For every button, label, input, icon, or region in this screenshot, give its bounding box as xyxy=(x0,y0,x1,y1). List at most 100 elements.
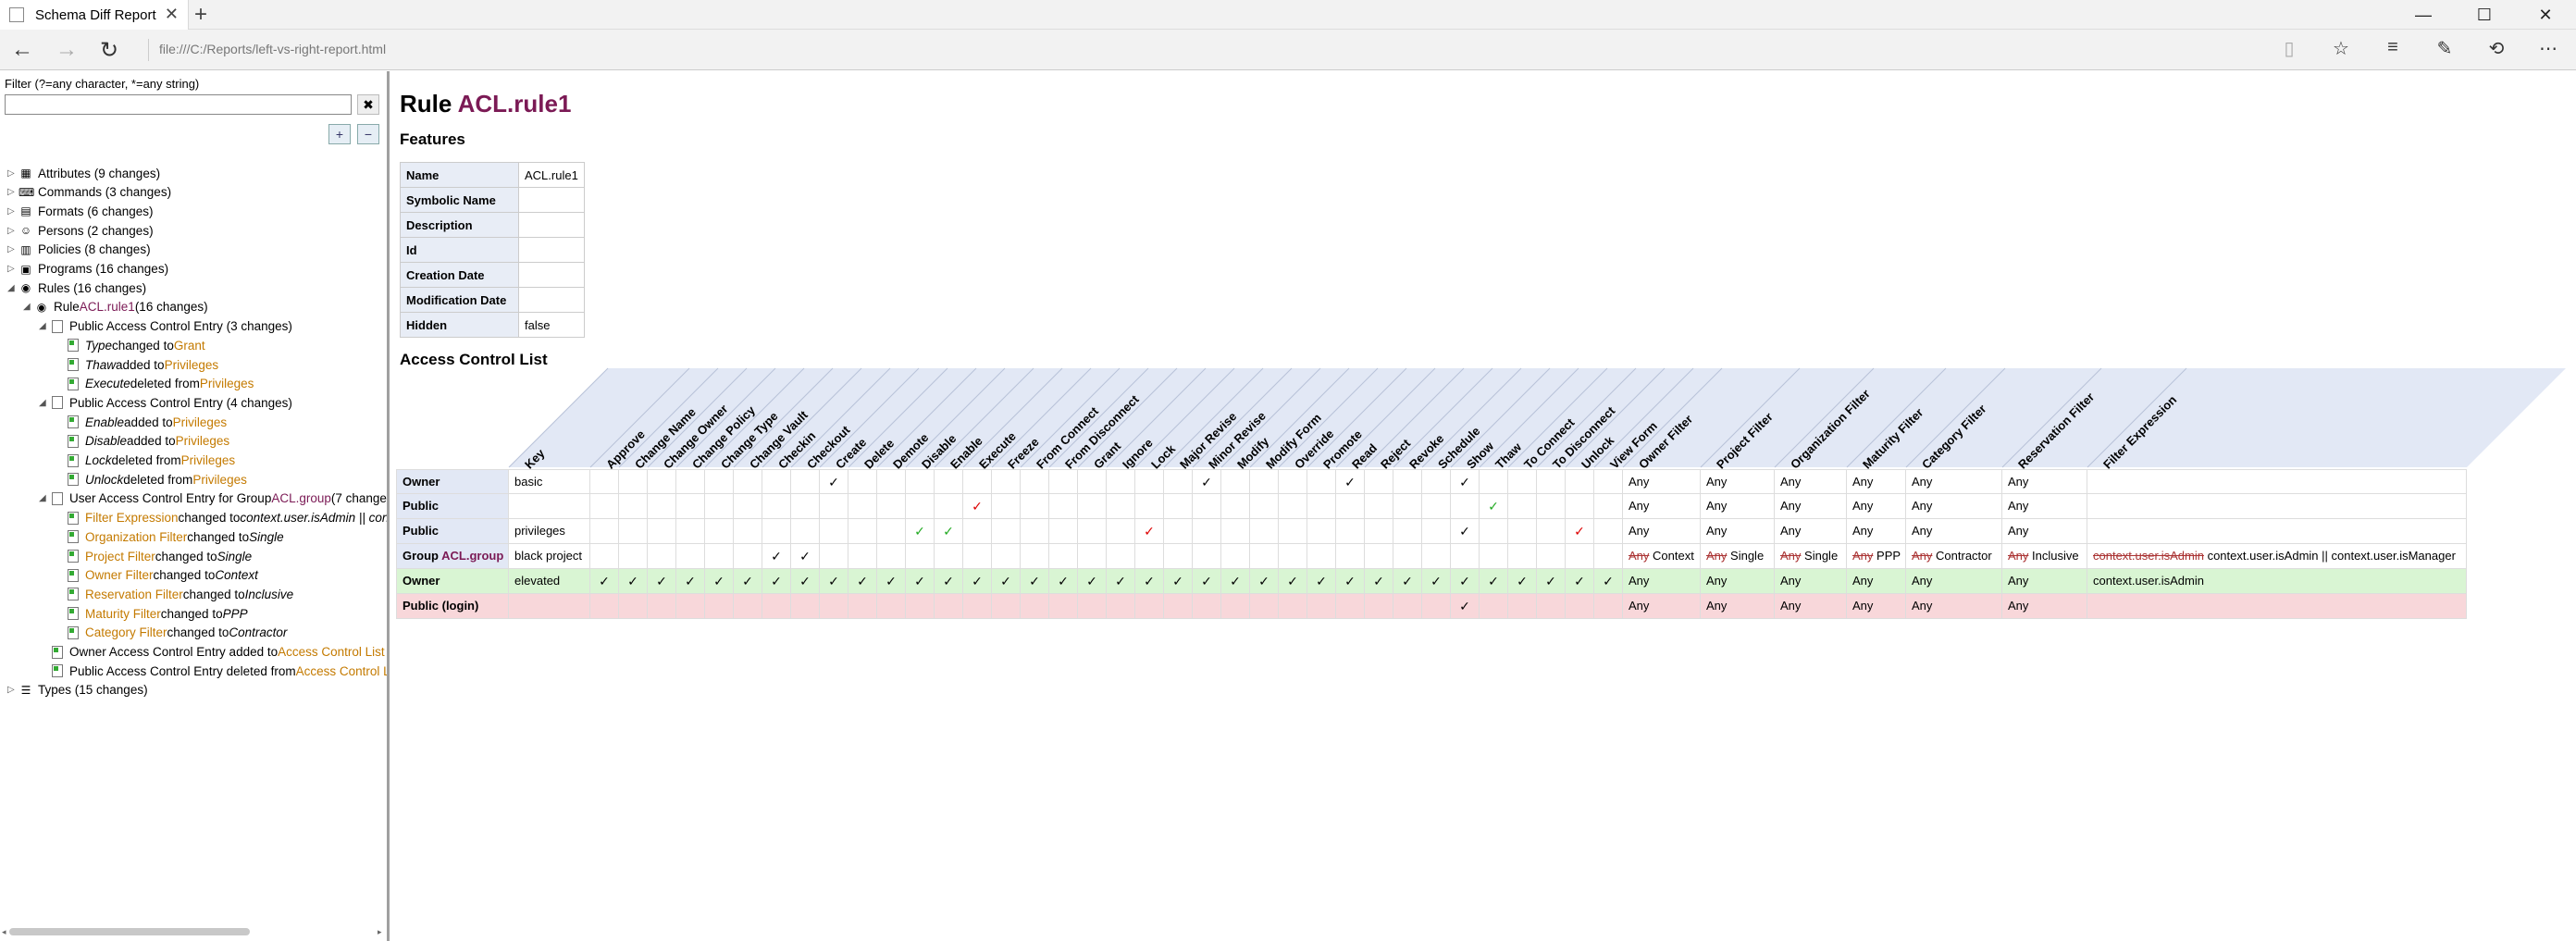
new-value: Contractor xyxy=(1936,549,1992,563)
tree-change-item[interactable]: Execute deleted from Privileges xyxy=(55,375,254,393)
acl-check-cell xyxy=(1078,469,1107,494)
reading-view-icon[interactable]: ▯ xyxy=(2271,37,2308,60)
favorite-star-icon[interactable]: ☆ xyxy=(2322,37,2359,60)
acl-filter-cell: Any xyxy=(1775,594,1847,619)
web-note-icon[interactable]: ✎ xyxy=(2426,37,2463,60)
url-field[interactable]: file:///C:/Reports/left-vs-right-report.… xyxy=(159,42,386,56)
filter-value: Any xyxy=(1706,574,1728,588)
expand-all-button[interactable]: + xyxy=(328,124,351,144)
scroll-right-icon[interactable]: ▸ xyxy=(378,927,382,937)
change-attribute: Organization Filter xyxy=(85,529,188,544)
tree-node-persons[interactable]: ▷ ☺ Persons (2 changes) xyxy=(7,221,154,240)
tree-node-policies[interactable]: ▷ ▥ Policies (8 changes) xyxy=(7,241,151,259)
acl-check-cell xyxy=(1135,594,1164,619)
tree-node-entry1[interactable]: ◢ Public Access Control Entry (3 changes) xyxy=(39,317,292,336)
tree-node-types[interactable]: ▷ ☰ Types (15 changes) xyxy=(7,681,148,700)
tree-change-item[interactable]: Maturity Filter changed to PPP xyxy=(55,604,248,623)
tree-change-item[interactable]: Type changed to Grant xyxy=(55,336,205,354)
acl-check-cell xyxy=(992,519,1021,544)
acl-check-cell xyxy=(1279,544,1307,569)
tree-change-item[interactable]: Unlock deleted from Privileges xyxy=(55,470,247,489)
acl-check-cell: ✓ xyxy=(877,569,906,594)
entry-label: Owner Access Control Entry added to xyxy=(69,645,279,659)
filter-value: Any xyxy=(1629,475,1650,489)
tab-title: Schema Diff Report xyxy=(35,6,156,23)
close-button[interactable]: ✕ xyxy=(2515,0,2576,30)
change-icon xyxy=(68,550,79,563)
acl-check-cell xyxy=(1049,594,1078,619)
change-attribute: Type xyxy=(85,338,113,353)
acl-check-cell xyxy=(992,544,1021,569)
acl-check-cell xyxy=(1480,519,1508,544)
tree-node-rules[interactable]: ◢ ◉ Rules (16 changes) xyxy=(7,279,146,297)
acl-check-cell xyxy=(963,544,992,569)
refresh-button[interactable]: ↻ xyxy=(100,37,118,64)
acl-row-key xyxy=(509,594,590,619)
change-attribute: Disable xyxy=(85,434,128,449)
tree-node-entry4[interactable]: Owner Access Control Entry added to Acce… xyxy=(39,643,385,662)
horizontal-scrollbar[interactable] xyxy=(9,928,250,935)
entry-target: Access Control Li xyxy=(295,663,390,678)
acl-check-cell xyxy=(1508,469,1537,494)
acl-filter-cell: Any Inclusive xyxy=(2002,544,2087,569)
tree-change-item[interactable]: Organization Filter changed to Single xyxy=(55,527,284,546)
acl-filter-cell: Any xyxy=(1701,569,1775,594)
acl-filter-cell: Any xyxy=(2002,519,2087,544)
acl-row-principal: Group ACL.group xyxy=(396,544,509,569)
acl-filter-cell xyxy=(2087,519,2467,544)
acl-check-cell: ✓ xyxy=(1393,569,1422,594)
hub-icon[interactable]: ≡ xyxy=(2374,37,2411,60)
filter-input[interactable] xyxy=(5,94,352,115)
tree-change-item[interactable]: Owner Filter changed to Context xyxy=(55,566,258,585)
back-button[interactable]: ← xyxy=(11,37,33,63)
tree-node-commands[interactable]: ▷ ⌨ Commands (3 changes) xyxy=(7,183,171,202)
forward-button[interactable]: → xyxy=(56,37,78,63)
tree-change-item[interactable]: Lock deleted from Privileges xyxy=(55,452,235,470)
tree-change-item[interactable]: Enable added to Privileges xyxy=(55,413,227,431)
tree-change-item[interactable]: Reservation Filter changed to Inclusive xyxy=(55,585,293,603)
tree-change-item[interactable]: Disable added to Privileges xyxy=(55,432,229,451)
acl-check-cell xyxy=(648,519,676,544)
acl-check-cell: ✓ xyxy=(791,569,820,594)
tab-close-icon[interactable]: ✕ xyxy=(165,5,179,24)
new-tab-button[interactable]: + xyxy=(194,2,207,28)
tree-node-attributes[interactable]: ▷ ▦ Attributes (9 changes) xyxy=(7,164,160,182)
maximize-button[interactable]: ☐ xyxy=(2454,0,2515,30)
clear-filter-button[interactable]: ✖ xyxy=(357,94,379,115)
acl-check-cell xyxy=(590,494,619,519)
acl-check-cell xyxy=(1250,469,1279,494)
acl-check-cell xyxy=(590,544,619,569)
tree-node-formats[interactable]: ▷ ▤ Formats (6 changes) xyxy=(7,202,154,220)
filter-value: Any xyxy=(1912,524,1933,538)
minimize-button[interactable]: — xyxy=(2393,0,2454,30)
filter-value: Any xyxy=(1780,574,1802,588)
acl-check-cell xyxy=(820,544,848,569)
change-attribute: Thaw xyxy=(85,357,117,372)
change-attribute: Owner Filter xyxy=(85,568,154,583)
acl-check-cell xyxy=(1107,469,1135,494)
tree-change-item[interactable]: Filter Expression changed to context.use… xyxy=(55,509,387,527)
tree-change-item[interactable]: Thaw added to Privileges xyxy=(55,355,218,374)
tree-node-entry5[interactable]: Public Access Control Entry deleted from… xyxy=(39,662,390,680)
tree-node-programs[interactable]: ▷ ▣ Programs (16 changes) xyxy=(7,260,168,279)
tree-node-entry2[interactable]: ◢ Public Access Control Entry (4 changes) xyxy=(39,393,292,412)
acl-check-cell xyxy=(762,519,791,544)
collapse-all-button[interactable]: − xyxy=(357,124,379,144)
change-icon xyxy=(68,568,79,582)
tree-change-item[interactable]: Project Filter changed to Single xyxy=(55,547,252,565)
acl-filter-cell: Any Single xyxy=(1775,544,1847,569)
entry-label: Public Access Control Entry deleted from xyxy=(69,663,296,678)
acl-check-cell xyxy=(1393,494,1422,519)
acl-check-cell: ✓ xyxy=(1164,569,1193,594)
browser-tab[interactable]: Schema Diff Report ✕ xyxy=(0,0,189,30)
tree-node-label: Attributes (9 changes) xyxy=(38,166,161,180)
scroll-left-icon[interactable]: ◂ xyxy=(2,927,6,937)
filter-value: Any xyxy=(1852,574,1874,588)
tree-change-item[interactable]: Category Filter changed to Contractor xyxy=(55,624,287,642)
change-icon xyxy=(68,434,79,448)
tree-node-entry3[interactable]: ◢ User Access Control Entry for Group ACL… xyxy=(39,489,387,508)
tree-node-rule[interactable]: ◢ ◉ Rule ACL.rule1 (16 changes) xyxy=(23,298,208,316)
share-icon[interactable]: ⟲ xyxy=(2478,37,2515,60)
acl-filter-cell: Any xyxy=(1847,519,1906,544)
more-icon[interactable]: ⋯ xyxy=(2530,37,2567,60)
